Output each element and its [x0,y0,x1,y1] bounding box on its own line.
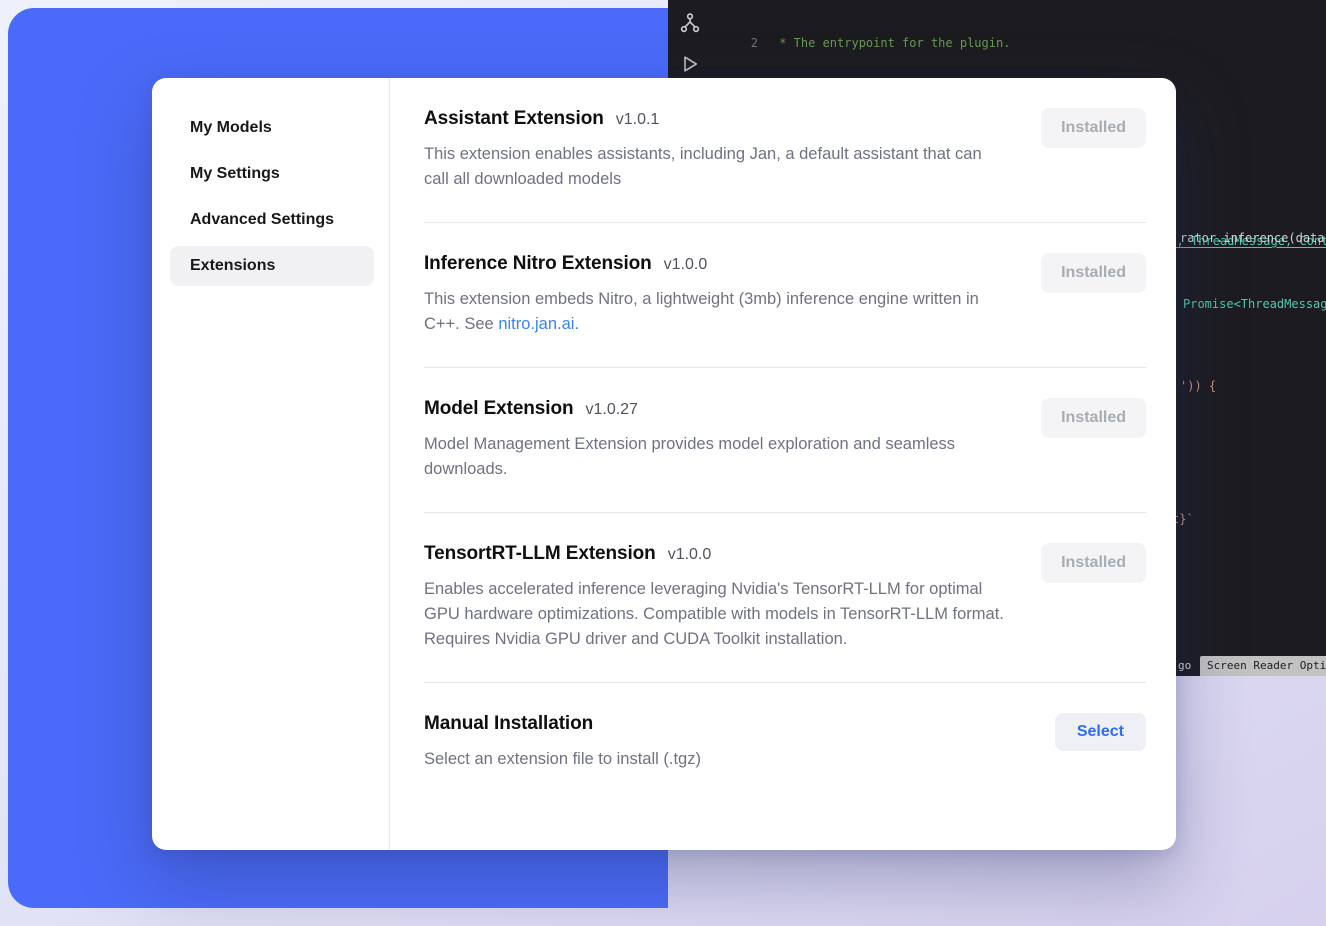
extension-info: Model Extension v1.0.27 Model Management… [424,398,1009,482]
extension-title: Inference Nitro Extension [424,253,652,275]
nitro-jan-ai-link[interactable]: nitro.jan.ai. [498,315,579,333]
extension-version: v1.0.0 [664,256,708,274]
extension-row-model: Model Extension v1.0.27 Model Management… [424,368,1146,513]
manual-installation-description: Select an extension file to install (.tg… [424,747,701,772]
extensions-panel: Assistant Extension v1.0.1 This extensio… [390,78,1176,850]
manual-installation-row: Manual Installation Select an extension … [424,683,1146,802]
source-control-icon [679,12,701,34]
page: 2 3 4 5 6 * The entrypoint for the plugi… [0,0,1326,926]
sidebar-item-extensions[interactable]: Extensions [170,246,374,286]
installed-button[interactable]: Installed [1041,543,1146,583]
extension-info: Assistant Extension v1.0.1 This extensio… [424,108,1009,192]
installed-button[interactable]: Installed [1041,108,1146,148]
extension-version: v1.0.1 [616,111,660,129]
extension-info: Inference Nitro Extension v1.0.0 This ex… [424,253,1009,337]
extension-row-tensorrt-llm: TensortRT-LLM Extension v1.0.0 Enables a… [424,513,1146,683]
extension-title: Assistant Extension [424,108,604,130]
extension-description: This extension embeds Nitro, a lightweig… [424,287,1009,337]
extension-description: Enables accelerated inference leveraging… [424,577,1009,652]
sidebar-item-my-models[interactable]: My Models [170,108,374,148]
extension-title: Model Extension [424,398,573,420]
code-fragment: ')) { [1180,378,1216,395]
extension-version: v1.0.27 [585,401,637,419]
code-line-comment: * The entrypoint for the plugin. [772,35,1326,52]
code-fragment: rator.inference(data); [1180,230,1326,247]
extension-title: TensortRT-LLM Extension [424,543,656,565]
code-fragment: Promise<ThreadMessage> [1183,296,1326,313]
settings-modal: My Models My Settings Advanced Settings … [152,78,1176,850]
extension-description: Model Management Extension provides mode… [424,432,1009,482]
extension-info: TensortRT-LLM Extension v1.0.0 Enables a… [424,543,1009,652]
sidebar-item-my-settings[interactable]: My Settings [170,154,374,194]
extension-info: Manual Installation Select an extension … [424,713,701,772]
installed-button[interactable]: Installed [1041,253,1146,293]
extension-row-inference-nitro: Inference Nitro Extension v1.0.0 This ex… [424,223,1146,368]
screen-reader-badge: Screen Reader Optimize [1200,656,1326,676]
manual-installation-title: Manual Installation [424,713,593,735]
select-file-button[interactable]: Select [1055,713,1146,751]
status-bar-text: go [1178,658,1191,675]
installed-button[interactable]: Installed [1041,398,1146,438]
settings-sidebar: My Models My Settings Advanced Settings … [152,78,390,850]
run-debug-icon [680,54,700,74]
extension-version: v1.0.0 [668,546,712,564]
extension-row-assistant: Assistant Extension v1.0.1 This extensio… [424,108,1146,223]
extension-description: This extension enables assistants, inclu… [424,142,1009,192]
sidebar-item-advanced-settings[interactable]: Advanced Settings [170,200,374,240]
